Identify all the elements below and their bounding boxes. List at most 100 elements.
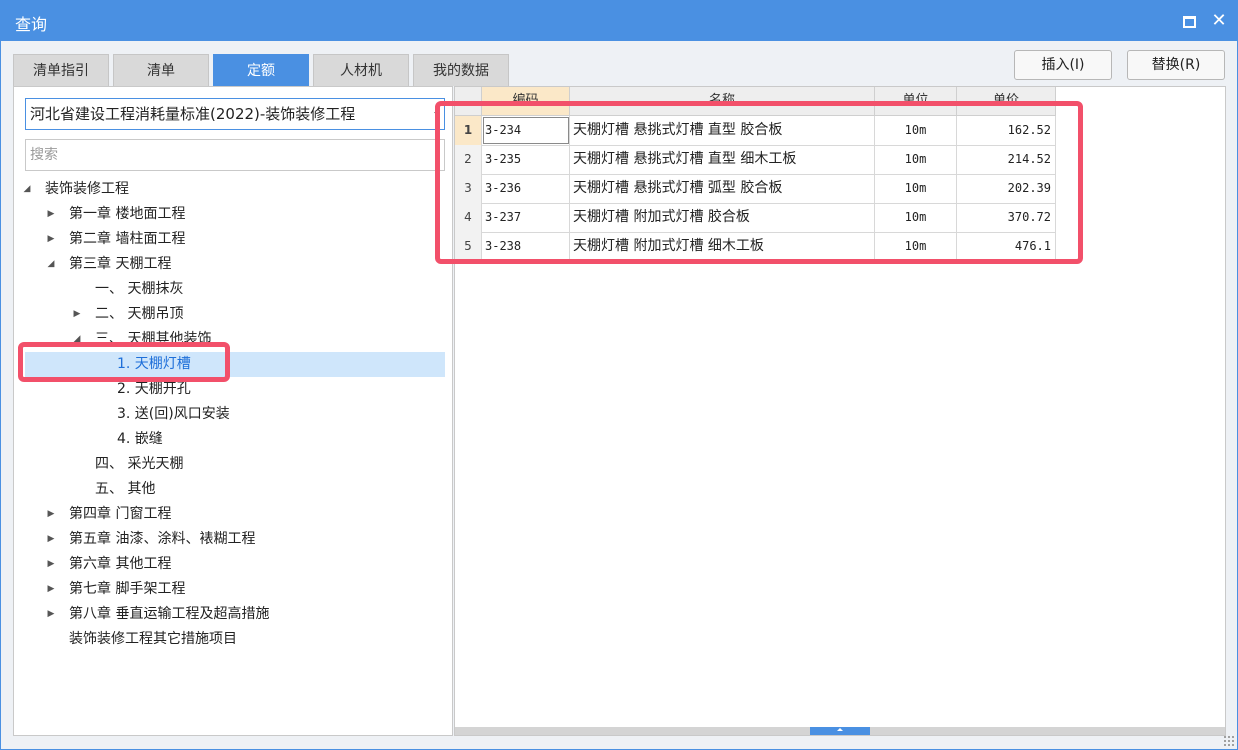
name-cell[interactable]: 天棚灯槽 附加式灯槽 胶合板 [570,203,875,232]
expand-arrow-icon[interactable]: ◢ [21,177,33,202]
tree-node-label: 第八章 垂直运输工程及超高措施 [69,606,270,622]
price-cell[interactable]: 214.52 [957,145,1056,174]
tree-node-label: 4. 嵌缝 [117,431,163,447]
tab-labor-material-machine[interactable]: 人材机 [313,54,409,86]
row-number-cell[interactable]: 2 [455,145,482,174]
tree-node[interactable]: ▶ 第四章 门窗工程 [25,502,445,527]
header-code[interactable]: 编码 [482,87,570,115]
code-cell[interactable]: 3-235 [482,145,570,174]
quota-tree-panel: 河北省建设工程消耗量标准(2022)-装饰装修工程 ◢ 装饰装修工程 ▶ 第一章 楼地… [13,86,453,736]
tree-node-label: 第五章 油漆、涂料、裱糊工程 [69,531,256,547]
tree-node-label: 第二章 墙柱面工程 [69,231,186,247]
tree-node[interactable]: 一、 天棚抹灰 [25,277,445,302]
code-cell[interactable]: 3-236 [482,174,570,203]
insert-button[interactable]: 插入(I) [1014,50,1112,80]
row-number-cell[interactable]: 3 [455,174,482,203]
tree-node-label: 第七章 脚手架工程 [69,581,186,597]
collapse-arrow-icon[interactable]: ▶ [45,227,57,252]
collapse-arrow-icon[interactable]: ▶ [45,502,57,527]
unit-cell[interactable]: 10m [875,174,957,203]
grid-header: 编码 名称 单位 单价 [455,87,1056,116]
library-select[interactable]: 河北省建设工程消耗量标准(2022)-装饰装修工程 [25,98,445,130]
tree-node[interactable]: 四、 采光天棚 [25,452,445,477]
search-input[interactable] [25,139,445,171]
price-cell[interactable]: 162.52 [957,116,1056,145]
scroll-thumb[interactable] [810,727,870,735]
tree-node[interactable]: 3. 送(回)风口安装 [25,402,445,427]
expand-arrow-icon[interactable]: ◢ [71,327,83,352]
dialog-title: 查询 [15,15,48,34]
price-cell[interactable]: 476.1 [957,232,1056,261]
tab-bill-guide[interactable]: 清单指引 [13,54,109,86]
collapse-arrow-icon[interactable]: ▶ [71,302,83,327]
unit-cell[interactable]: 10m [875,203,957,232]
row-number-cell[interactable]: 1 [455,116,482,145]
name-cell[interactable]: 天棚灯槽 附加式灯槽 细木工板 [570,232,875,261]
code-cell[interactable]: 3-234 [482,116,570,145]
tree-node-label: 装饰装修工程其它措施项目 [69,631,237,647]
horizontal-scrollbar[interactable] [455,727,1225,735]
table-row[interactable]: 3 3-236 天棚灯槽 悬挑式灯槽 弧型 胶合板 10m 202.39 [455,174,1056,204]
tree-node[interactable]: ▶ 第六章 其他工程 [25,552,445,577]
code-cell[interactable]: 3-238 [482,232,570,261]
chevron-down-icon[interactable] [434,112,440,116]
tree-node[interactable]: ◢ 三、 天棚其他装饰 [25,327,445,352]
library-select-value: 河北省建设工程消耗量标准(2022)-装饰装修工程 [30,105,356,123]
tab-bill[interactable]: 清单 [113,54,209,86]
table-row[interactable]: 5 3-238 天棚灯槽 附加式灯槽 细木工板 10m 476.1 [455,232,1056,262]
title-bar[interactable]: 查询 ✕ [1,1,1237,41]
name-cell[interactable]: 天棚灯槽 悬挑式灯槽 弧型 胶合板 [570,174,875,203]
close-icon[interactable]: ✕ [1209,11,1229,31]
collapse-arrow-icon[interactable]: ▶ [45,527,57,552]
row-number-cell[interactable]: 4 [455,203,482,232]
tree-node-label: 第三章 天棚工程 [69,256,172,272]
tree-node[interactable]: ◢ 装饰装修工程 [24,177,445,202]
resize-grip[interactable] [1223,735,1235,747]
tree-node[interactable]: 装饰装修工程其它措施项目 [25,627,445,652]
tree-node-label: 装饰装修工程 [45,181,129,197]
tree-node[interactable]: 4. 嵌缝 [25,427,445,452]
tree-node[interactable]: ▶ 第八章 垂直运输工程及超高措施 [25,602,445,627]
name-cell[interactable]: 天棚灯槽 悬挑式灯槽 直型 胶合板 [570,116,875,145]
collapse-arrow-icon[interactable]: ▶ [45,577,57,602]
collapse-arrow-icon[interactable]: ▶ [45,552,57,577]
table-row[interactable]: 1 3-234 天棚灯槽 悬挑式灯槽 直型 胶合板 10m 162.52 [455,116,1056,146]
maximize-icon[interactable] [1179,11,1199,31]
row-number-cell[interactable]: 5 [455,232,482,261]
price-cell[interactable]: 202.39 [957,174,1056,203]
replace-button[interactable]: 替换(R) [1127,50,1225,80]
tree-node[interactable]: 1. 天棚灯槽 [25,352,445,377]
tree-node-label: 三、 天棚其他装饰 [95,331,212,347]
tree-node[interactable]: ▶ 二、 天棚吊顶 [25,302,445,327]
unit-cell[interactable]: 10m [875,145,957,174]
tree-node[interactable]: ◢ 第三章 天棚工程 [25,252,445,277]
tree-node[interactable]: ▶ 第二章 墙柱面工程 [25,227,445,252]
collapse-arrow-icon[interactable]: ▶ [45,602,57,627]
tree-node-label: 第一章 楼地面工程 [69,206,186,222]
tree-node[interactable]: 五、 其他 [25,477,445,502]
header-price[interactable]: 单价 [957,87,1056,115]
table-row[interactable]: 2 3-235 天棚灯槽 悬挑式灯槽 直型 细木工板 10m 214.52 [455,145,1056,175]
tree-node[interactable]: 2. 天棚开孔 [25,377,445,402]
table-row[interactable]: 4 3-237 天棚灯槽 附加式灯槽 胶合板 10m 370.72 [455,203,1056,233]
quota-grid-panel: 编码 名称 单位 单价 1 3-234 天棚灯槽 悬挑式灯槽 直型 胶合板 10m 16… [454,86,1226,736]
header-unit[interactable]: 单位 [875,87,957,115]
tree-node[interactable]: ▶ 第五章 油漆、涂料、裱糊工程 [25,527,445,552]
unit-cell[interactable]: 10m [875,232,957,261]
name-cell[interactable]: 天棚灯槽 悬挑式灯槽 直型 细木工板 [570,145,875,174]
tree-node-label: 3. 送(回)风口安装 [117,406,230,422]
tree-node-label: 第四章 门窗工程 [69,506,172,522]
header-name[interactable]: 名称 [570,87,875,115]
tree-node[interactable]: ▶ 第一章 楼地面工程 [25,202,445,227]
tab-quota[interactable]: 定额 [213,54,309,86]
tab-my-data[interactable]: 我的数据 [413,54,509,86]
collapse-arrow-icon[interactable]: ▶ [45,202,57,227]
header-row-number [455,87,482,115]
code-cell[interactable]: 3-237 [482,203,570,232]
unit-cell[interactable]: 10m [875,116,957,145]
tree-node[interactable]: ▶ 第七章 脚手架工程 [25,577,445,602]
tree-node-label: 二、 天棚吊顶 [95,306,184,322]
tree-node-label: 2. 天棚开孔 [117,381,191,397]
expand-arrow-icon[interactable]: ◢ [45,252,57,277]
price-cell[interactable]: 370.72 [957,203,1056,232]
